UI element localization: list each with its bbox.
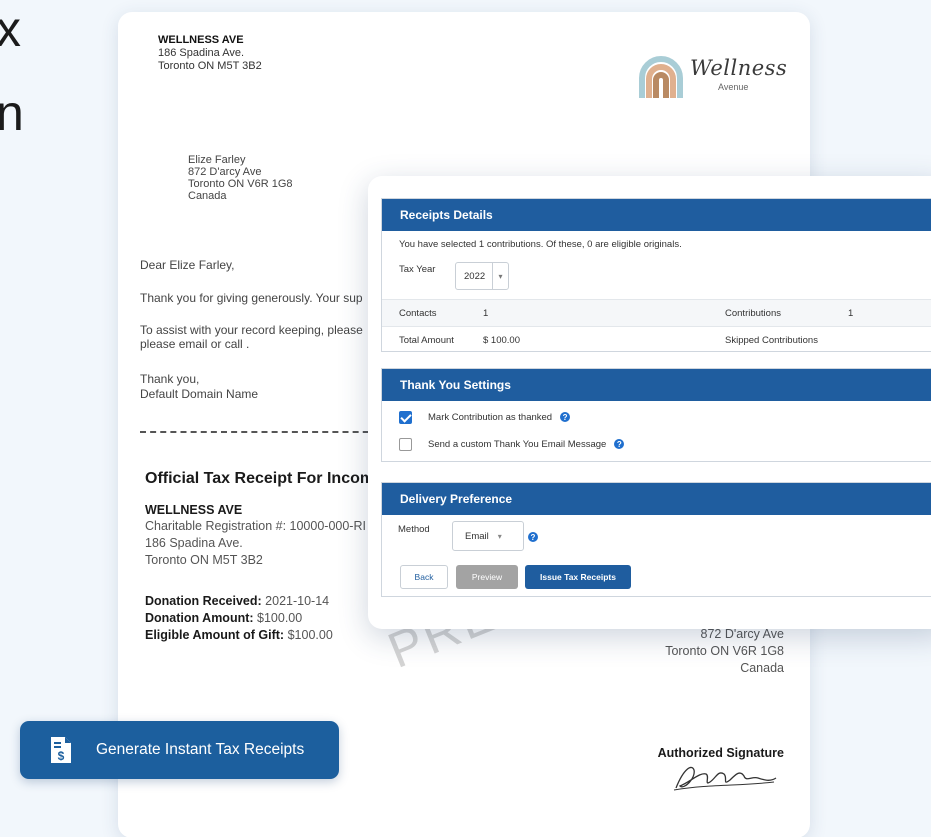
wellness-logo: Wellness Avenue bbox=[636, 52, 788, 100]
right-address-block: 872 D'arcy Ave Toronto ON V6R 1G8 Canada bbox=[665, 626, 784, 677]
preview-button[interactable]: Preview bbox=[456, 565, 518, 589]
receipts-panel: Receipts Details You have selected 1 con… bbox=[368, 176, 931, 629]
generate-tax-receipts-button[interactable]: $ Generate Instant Tax Receipts bbox=[20, 721, 339, 779]
receipts-row-contacts: Contacts 1 Contributions 1 bbox=[382, 299, 931, 326]
recipient-city: Toronto ON V6R 1G8 bbox=[188, 178, 293, 190]
tax-year-label: Tax Year bbox=[399, 264, 436, 275]
help-icon[interactable]: ? bbox=[528, 532, 538, 542]
custom-email-checkbox[interactable] bbox=[399, 437, 412, 451]
mark-thanked-label: Mark Contribution as thanked bbox=[428, 411, 553, 423]
logo-wordmark: Wellness bbox=[690, 56, 788, 80]
delivery-preference-header: Delivery Preference bbox=[382, 483, 931, 515]
org-address-line-1: 186 Spadina Ave. bbox=[158, 47, 245, 59]
chevron-down-icon: ▾ bbox=[497, 531, 502, 541]
letter-paragraph-1: Thank you for giving generously. Your su… bbox=[140, 291, 363, 305]
letter-org-block: WELLNESS AVE 186 Spadina Ave. Toronto ON… bbox=[158, 34, 262, 73]
org-address-line-2: Toronto ON M5T 3B2 bbox=[158, 60, 262, 72]
help-icon[interactable]: ? bbox=[560, 412, 571, 422]
recipient-street: 872 D'arcy Ave bbox=[188, 166, 262, 178]
svg-text:$: $ bbox=[58, 749, 65, 763]
recipient-name: Elize Farley bbox=[188, 154, 246, 166]
generate-button-label: Generate Instant Tax Receipts bbox=[96, 741, 305, 758]
letter-paragraph-2-line-2: please email or call . bbox=[140, 337, 250, 351]
receipt-address-line-2: Toronto ON M5T 3B2 bbox=[145, 553, 263, 567]
letter-closing: Thank you, bbox=[140, 372, 200, 386]
method-label: Method bbox=[398, 524, 430, 535]
receipts-summary: You have selected 1 contributions. Of th… bbox=[399, 239, 682, 250]
donation-received: Donation Received: 2021-10-14 bbox=[145, 594, 330, 608]
recipient-country: Canada bbox=[188, 190, 227, 202]
logo-subtitle: Avenue bbox=[718, 82, 749, 92]
custom-email-label: Send a custom Thank You Email Message bbox=[428, 438, 607, 450]
recipient-address: Elize Farley 872 D'arcy Ave Toronto ON V… bbox=[188, 154, 293, 202]
letter-paragraph-2-line-1: To assist with your record keeping, plea… bbox=[140, 323, 363, 337]
contacts-value: 1 bbox=[483, 307, 489, 319]
signature-image bbox=[673, 766, 777, 791]
issue-tax-receipts-button[interactable]: Issue Tax Receipts bbox=[525, 565, 631, 589]
contacts-label: Contacts bbox=[399, 307, 437, 319]
chevron-down-icon: ▾ bbox=[492, 263, 508, 289]
total-amount-value: $ 100.00 bbox=[483, 334, 520, 346]
dollar-document-icon: $ bbox=[50, 736, 72, 764]
eligible-amount: Eligible Amount of Gift: $100.00 bbox=[145, 628, 333, 642]
tax-year-select[interactable]: 2022 ▾ bbox=[455, 262, 509, 290]
receipt-title: Official Tax Receipt For Incom bbox=[145, 470, 375, 487]
custom-email-option[interactable]: Send a custom Thank You Email Message ? bbox=[399, 429, 625, 459]
thank-you-settings-section: Thank You Settings Mark Contribution as … bbox=[381, 368, 931, 462]
method-value: Email bbox=[465, 530, 489, 542]
receipt-address-line-1: 186 Spadina Ave. bbox=[145, 536, 243, 550]
skipped-contributions-label: Skipped Contributions bbox=[725, 334, 818, 346]
receipts-details-section: Receipts Details You have selected 1 con… bbox=[381, 198, 931, 352]
thank-you-settings-header: Thank You Settings bbox=[382, 369, 931, 401]
donation-amount: Donation Amount: $100.00 bbox=[145, 611, 303, 625]
mark-thanked-checkbox[interactable] bbox=[399, 410, 412, 424]
right-address-country: Canada bbox=[740, 661, 784, 675]
receipts-details-header: Receipts Details bbox=[382, 199, 931, 231]
total-amount-label: Total Amount bbox=[399, 334, 454, 346]
letter-signoff: Default Domain Name bbox=[140, 387, 259, 401]
rainbow-logo-icon bbox=[639, 56, 683, 98]
back-button[interactable]: Back bbox=[400, 565, 448, 589]
method-select[interactable]: Email ▾ bbox=[452, 521, 524, 551]
receipts-row-total: Total Amount $ 100.00 Skipped Contributi… bbox=[382, 326, 931, 353]
salutation: Dear Elize Farley, bbox=[140, 258, 235, 272]
authorized-signature-label: Authorized Signature bbox=[657, 746, 784, 760]
tax-year-value: 2022 bbox=[464, 270, 486, 282]
receipt-org-name: WELLNESS AVE bbox=[145, 503, 243, 517]
org-name: WELLNESS AVE bbox=[158, 34, 244, 46]
hero-text-line-2: n bbox=[0, 85, 24, 141]
mark-thanked-option[interactable]: Mark Contribution as thanked ? bbox=[399, 402, 571, 432]
contributions-value: 1 bbox=[848, 307, 854, 319]
hero-text-line-1: x bbox=[0, 1, 21, 57]
contributions-label: Contributions bbox=[725, 307, 781, 319]
right-address-city: Toronto ON V6R 1G8 bbox=[665, 644, 784, 658]
help-icon[interactable]: ? bbox=[614, 439, 625, 449]
charity-registration: Charitable Registration #: 10000-000-RI bbox=[145, 519, 366, 533]
